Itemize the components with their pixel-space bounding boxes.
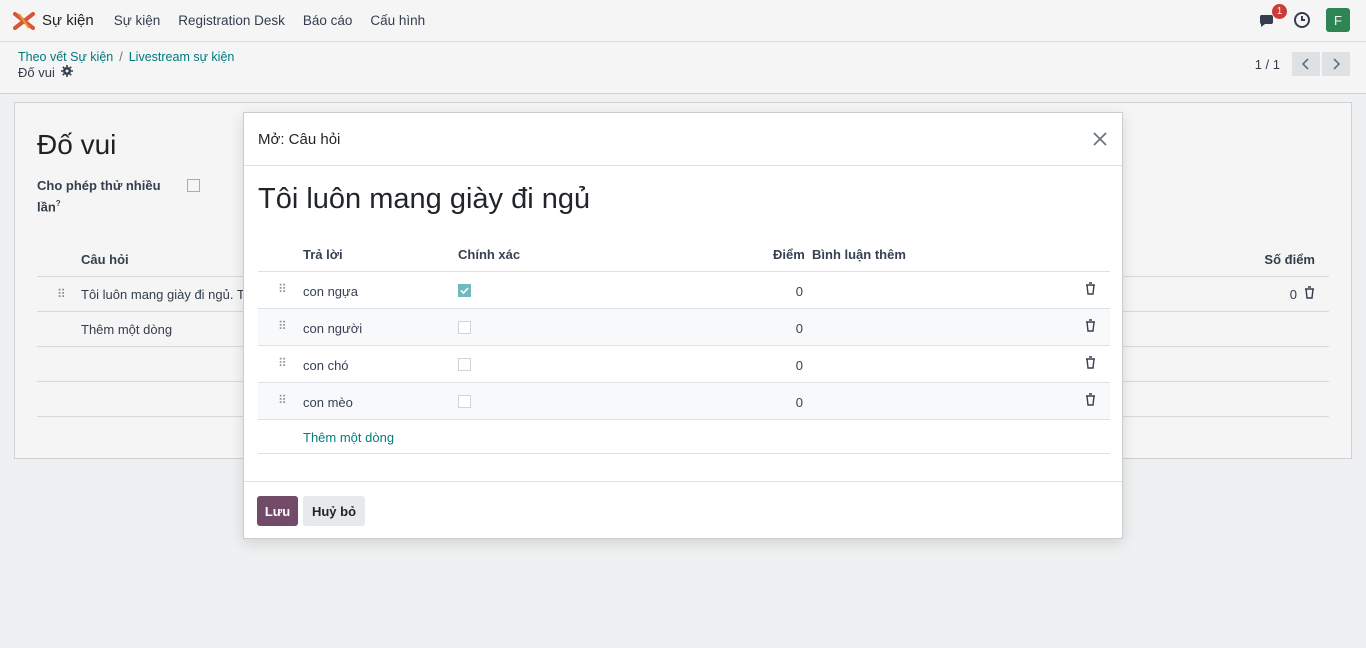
answer-points[interactable]: 0 [778, 321, 803, 336]
correct-checkbox[interactable] [458, 395, 471, 408]
trash-icon[interactable] [1085, 282, 1096, 298]
answers-table-header: Trả lời Chính xác Điểm Bình luận thêm [258, 237, 1110, 272]
trash-icon[interactable] [1085, 393, 1096, 409]
add-line-link[interactable]: Thêm một dòng [303, 430, 394, 445]
drag-handle-icon[interactable]: ⠿ [278, 282, 287, 296]
answer-points[interactable]: 0 [778, 358, 803, 373]
add-line-row[interactable]: Thêm một dòng [258, 420, 1110, 454]
drag-handle-icon[interactable]: ⠿ [278, 393, 287, 407]
question-title[interactable]: Tôi luôn mang giày đi ngủ [258, 183, 590, 216]
question-dialog: Mở: Câu hỏi Tôi luôn mang giày đi ngủ Tr… [243, 112, 1123, 539]
column-header-answer[interactable]: Trả lời [303, 247, 343, 262]
save-button[interactable]: Lưu [257, 496, 298, 526]
dialog-header: Mở: Câu hỏi [244, 113, 1122, 166]
table-row[interactable]: ⠿ con mèo 0 [258, 383, 1110, 420]
table-row[interactable]: ⠿ con chó 0 [258, 346, 1110, 383]
column-header-correct[interactable]: Chính xác [458, 247, 520, 262]
dialog-title: Mở: Câu hỏi [258, 131, 341, 148]
column-header-points[interactable]: Điểm [773, 247, 805, 262]
correct-checkbox[interactable] [458, 321, 471, 334]
close-icon[interactable] [1090, 129, 1110, 149]
table-row[interactable]: ⠿ con người 0 [258, 309, 1110, 346]
answer-points[interactable]: 0 [778, 284, 803, 299]
answer-text[interactable]: con mèo [303, 395, 353, 410]
cancel-button[interactable]: Huỷ bỏ [303, 496, 365, 526]
answer-points[interactable]: 0 [778, 395, 803, 410]
answers-table: Trả lời Chính xác Điểm Bình luận thêm ⠿ … [258, 237, 1110, 454]
checkmark-icon [460, 287, 469, 295]
correct-checkbox[interactable] [458, 358, 471, 371]
column-header-comment[interactable]: Bình luận thêm [812, 247, 906, 262]
drag-handle-icon[interactable]: ⠿ [278, 319, 287, 333]
trash-icon[interactable] [1085, 356, 1096, 372]
dialog-footer: Lưu Huỷ bỏ [244, 481, 1122, 539]
table-row[interactable]: ⠿ con ngựa 0 [258, 272, 1110, 309]
drag-handle-icon[interactable]: ⠿ [278, 356, 287, 370]
answer-text[interactable]: con ngựa [303, 284, 358, 299]
trash-icon[interactable] [1085, 319, 1096, 335]
answer-text[interactable]: con người [303, 321, 362, 336]
answer-text[interactable]: con chó [303, 358, 349, 373]
correct-checkbox[interactable] [458, 284, 471, 297]
